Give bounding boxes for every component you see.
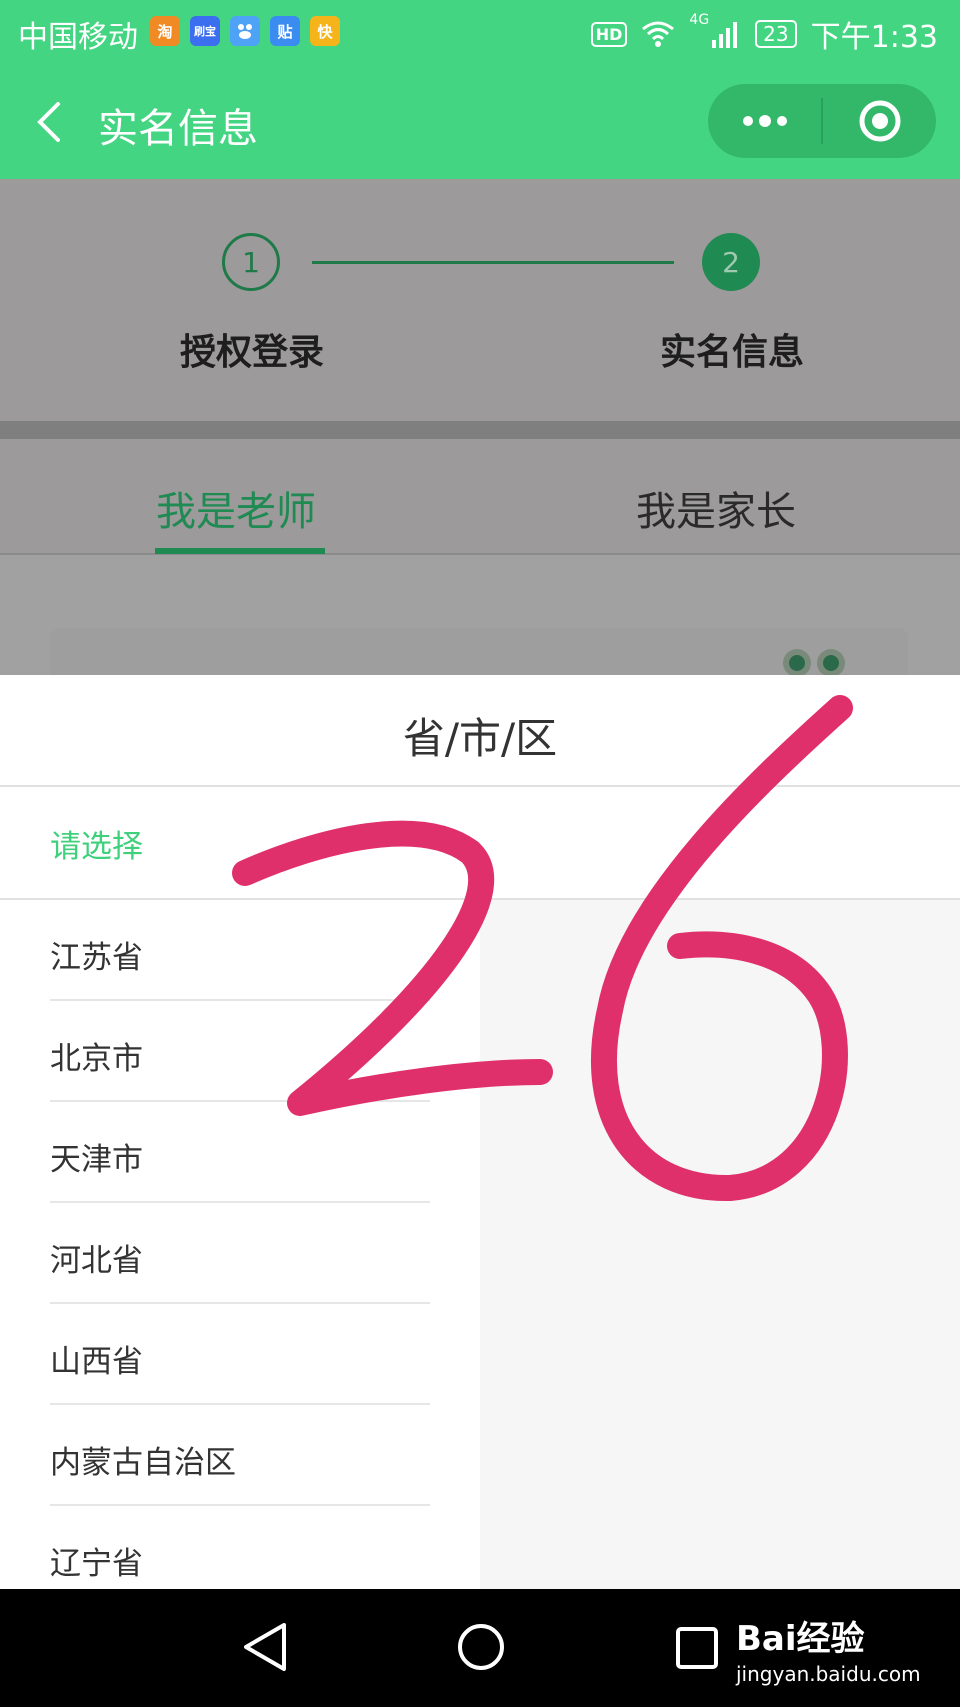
picker-prompt[interactable]: 请选择 (50, 821, 143, 866)
network-type-label: 4G (689, 12, 710, 28)
sub-region-panel (480, 900, 960, 1589)
watermark-site: jingyan.baidu.com (736, 1662, 921, 1686)
region-picker-sheet: 省/市/区 请选择 江苏省 北京市 天津市 河北省 山西省 内蒙古自治区 辽宁省 (0, 675, 960, 1589)
province-list: 江苏省 北京市 天津市 河北省 山西省 内蒙古自治区 辽宁省 (0, 900, 480, 1607)
province-label: 河北省 (50, 1243, 143, 1279)
province-label: 北京市 (50, 1041, 143, 1077)
carrier-label: 中国移动 (18, 20, 138, 55)
tab-parent[interactable]: 我是家长 (636, 479, 796, 537)
notification-icons: 淘 刷宝 贴 快 (150, 16, 340, 46)
system-nav-bar: Bai经验 jingyan.baidu.com (0, 1589, 960, 1707)
page-title: 实名信息 (98, 106, 258, 152)
tab-teacher[interactable]: 我是老师 (156, 479, 316, 537)
status-bar: 中国移动 淘 刷宝 贴 快 HD 4G 23 下午1:33 (0, 0, 960, 66)
mini-program-capsule (708, 84, 936, 158)
mascot-eyes-icon (783, 649, 845, 675)
clock-label: 下午1:33 (810, 20, 938, 55)
step-indicator: 1 2 授权登录 实名信息 (0, 179, 960, 421)
step-1-label: 授权登录 (180, 332, 325, 373)
battery-icon: 23 (755, 20, 797, 48)
baidu-jingyan-watermark: Bai经验 jingyan.baidu.com (736, 1611, 921, 1686)
province-label: 内蒙古自治区 (50, 1445, 236, 1481)
province-label: 山西省 (50, 1344, 143, 1380)
target-close-icon (859, 100, 900, 142)
watermark-logo: Bai经验 (736, 1619, 865, 1659)
home-circle-icon[interactable] (456, 1621, 506, 1673)
list-item[interactable]: 内蒙古自治区 (0, 1405, 480, 1506)
step-2-circle: 2 (702, 233, 760, 291)
recents-square-icon[interactable] (672, 1621, 722, 1673)
list-item[interactable]: 北京市 (0, 1001, 480, 1102)
step-1-circle: 1 (222, 233, 280, 291)
back-triangle-icon[interactable] (240, 1621, 290, 1673)
nav-bar: 实名信息 (0, 66, 960, 179)
list-item[interactable]: 河北省 (0, 1203, 480, 1304)
picker-prompt-row[interactable]: 请选择 (0, 787, 960, 899)
active-tab-indicator (155, 548, 325, 554)
list-item[interactable]: 江苏省 (0, 900, 480, 1001)
role-tabs: 我是老师 我是家长 (0, 439, 960, 555)
more-dots-icon (742, 115, 787, 127)
status-indicators: HD 4G 23 下午1:33 (590, 12, 938, 56)
wifi-icon (642, 21, 675, 47)
close-mini-program-button[interactable] (823, 84, 936, 158)
page-content: 1 2 授权登录 实名信息 我是老师 我是家长 (0, 179, 960, 688)
hd-icon: HD (590, 21, 628, 47)
province-label: 江苏省 (50, 940, 143, 976)
baidu-app-icon (230, 16, 260, 46)
tieba-app-icon: 贴 (270, 16, 300, 46)
more-button[interactable] (708, 84, 821, 158)
shuabao-app-icon: 刷宝 (190, 16, 220, 46)
step-connector (312, 261, 674, 264)
taobao-app-icon: 淘 (150, 16, 180, 46)
picker-title: 省/市/区 (402, 714, 558, 763)
kuaishou-app-icon: 快 (310, 16, 340, 46)
province-label: 天津市 (50, 1142, 143, 1178)
signal-icon (712, 22, 738, 48)
back-arrow-icon[interactable] (30, 98, 70, 146)
step-2-label: 实名信息 (660, 332, 805, 373)
list-item[interactable]: 山西省 (0, 1304, 480, 1405)
list-item[interactable]: 天津市 (0, 1102, 480, 1203)
section-divider (0, 421, 960, 439)
province-label: 辽宁省 (50, 1546, 143, 1582)
